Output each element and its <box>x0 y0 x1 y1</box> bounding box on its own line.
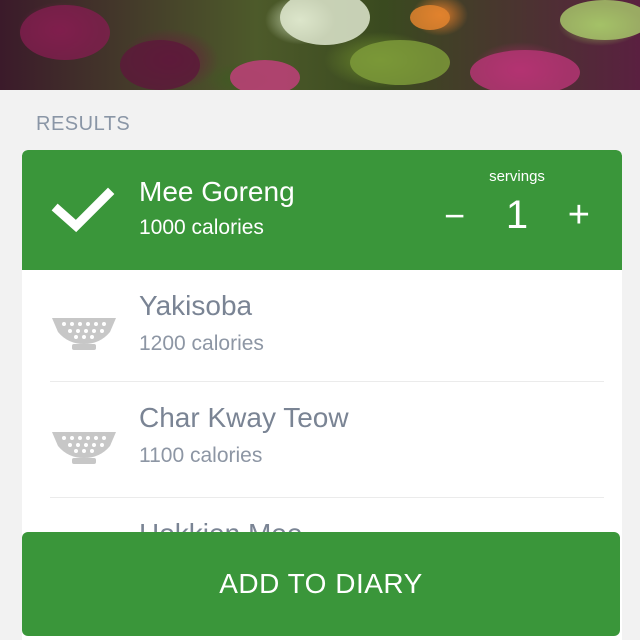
colander-bowl-icon <box>52 318 116 350</box>
add-to-diary-button[interactable]: ADD TO DIARY <box>22 532 620 636</box>
list-item-selected[interactable]: Mee Goreng 1000 calories servings − 1 + <box>22 150 622 270</box>
item-calories: 1100 calories <box>139 444 263 467</box>
item-name: Char Kway Teow <box>139 402 349 433</box>
list-item[interactable]: Yakisoba 1200 calories <box>22 270 622 382</box>
hero-leaf <box>20 5 110 60</box>
hero-leaf <box>350 40 450 85</box>
colander-bowl-icon <box>52 432 116 464</box>
increase-servings-button[interactable]: + <box>568 196 590 234</box>
hero-leaf <box>230 60 300 90</box>
servings-label: servings <box>489 168 545 185</box>
servings-value: 1 <box>505 193 529 237</box>
item-calories: 1200 calories <box>139 332 264 355</box>
hero-leaf <box>560 0 640 40</box>
item-calories: 1000 calories <box>139 216 264 239</box>
hero-leaf <box>120 40 200 90</box>
hero-leaf <box>280 0 370 45</box>
check-icon <box>51 187 115 233</box>
decrease-servings-button[interactable]: − <box>444 198 465 234</box>
hero-leaf <box>410 5 450 30</box>
results-heading: RESULTS <box>36 113 131 135</box>
list-item[interactable]: Char Kway Teow 1100 calories <box>22 382 622 498</box>
servings-stepper: servings − 1 + <box>444 168 590 248</box>
item-name: Mee Goreng <box>139 176 295 207</box>
hero-food-image <box>0 0 640 90</box>
hero-leaf <box>470 50 580 90</box>
item-name: Yakisoba <box>139 290 253 321</box>
